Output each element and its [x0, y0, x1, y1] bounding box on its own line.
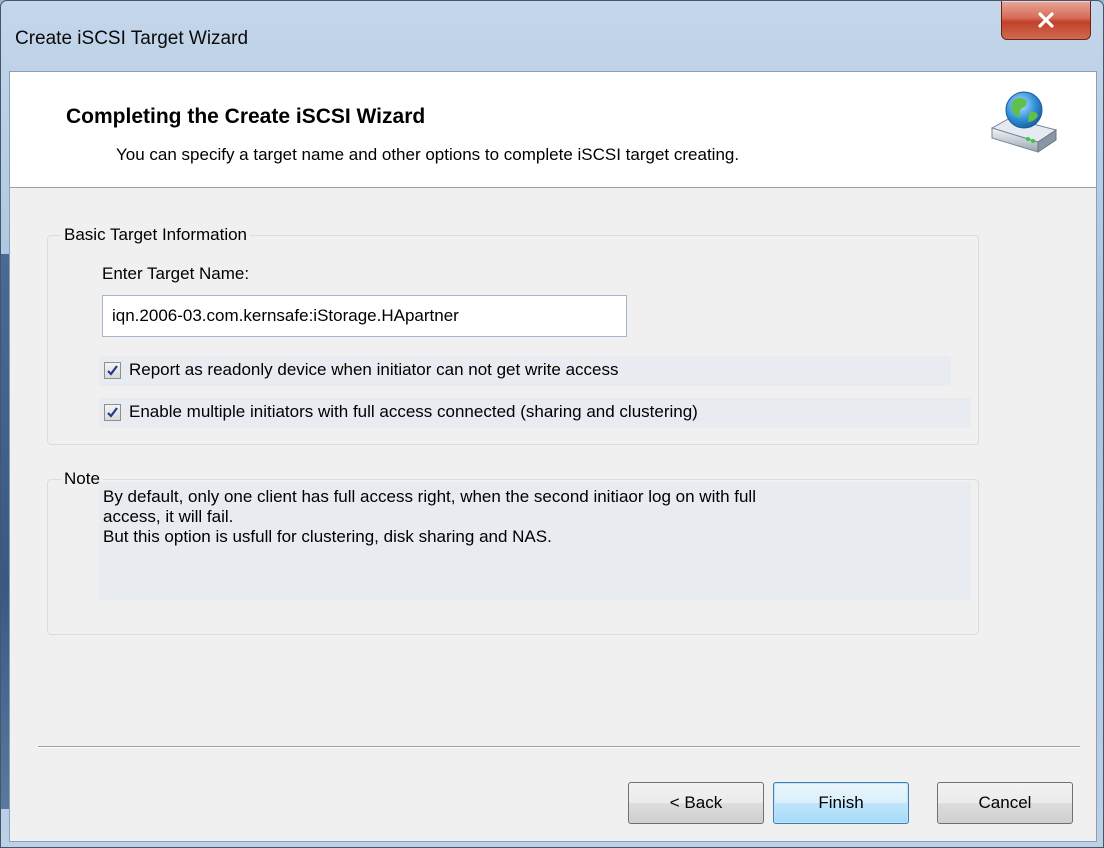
- finish-button[interactable]: Finish: [773, 782, 909, 824]
- title-bar[interactable]: Create iSCSI Target Wizard: [1, 1, 1103, 71]
- readonly-option[interactable]: Report as readonly device when initiator…: [104, 358, 804, 386]
- target-name-field[interactable]: [102, 295, 627, 337]
- button-divider: [38, 746, 1080, 748]
- note-line: access, it will fail.: [103, 507, 234, 526]
- target-name-label: Enter Target Name:: [102, 264, 250, 283]
- readonly-option-label: Report as readonly device when initiator…: [129, 360, 619, 379]
- window-title: Create iSCSI Target Wizard: [15, 28, 249, 49]
- wizard-body: Completing the Create iSCSI Wizard You c…: [9, 71, 1097, 842]
- wizard-header: Completing the Create iSCSI Wizard You c…: [10, 72, 1096, 188]
- back-button[interactable]: < Back: [628, 782, 764, 824]
- cancel-button[interactable]: Cancel: [937, 782, 1073, 824]
- wizard-window: Create iSCSI Target Wizard Completing th…: [0, 0, 1104, 848]
- page-title: Completing the Create iSCSI Wizard: [66, 105, 426, 128]
- note-group-label: Note: [61, 469, 103, 489]
- checkmark-icon: [107, 407, 118, 418]
- network-drive-globe-icon: [990, 91, 1058, 153]
- note-line: But this option is usfull for clustering…: [103, 527, 552, 546]
- checkmark-icon: [107, 365, 118, 376]
- note-box: By default, only one client has full acc…: [99, 482, 971, 600]
- multi-initiator-option-label: Enable multiple initiators with full acc…: [129, 402, 698, 421]
- close-icon: [1038, 12, 1054, 28]
- note-line: By default, only one client has full acc…: [103, 487, 756, 506]
- target-name-input[interactable]: [103, 296, 626, 336]
- multi-initiator-option[interactable]: Enable multiple initiators with full acc…: [104, 400, 864, 428]
- note-text: By default, only one client has full acc…: [103, 487, 953, 547]
- basic-target-group-label: Basic Target Information: [61, 225, 250, 245]
- close-button[interactable]: [1001, 1, 1091, 40]
- window-frame-edge: [1, 254, 9, 809]
- multi-initiator-checkbox[interactable]: [104, 404, 121, 421]
- page-subtitle: You can specify a target name and other …: [116, 145, 740, 164]
- readonly-checkbox[interactable]: [104, 362, 121, 379]
